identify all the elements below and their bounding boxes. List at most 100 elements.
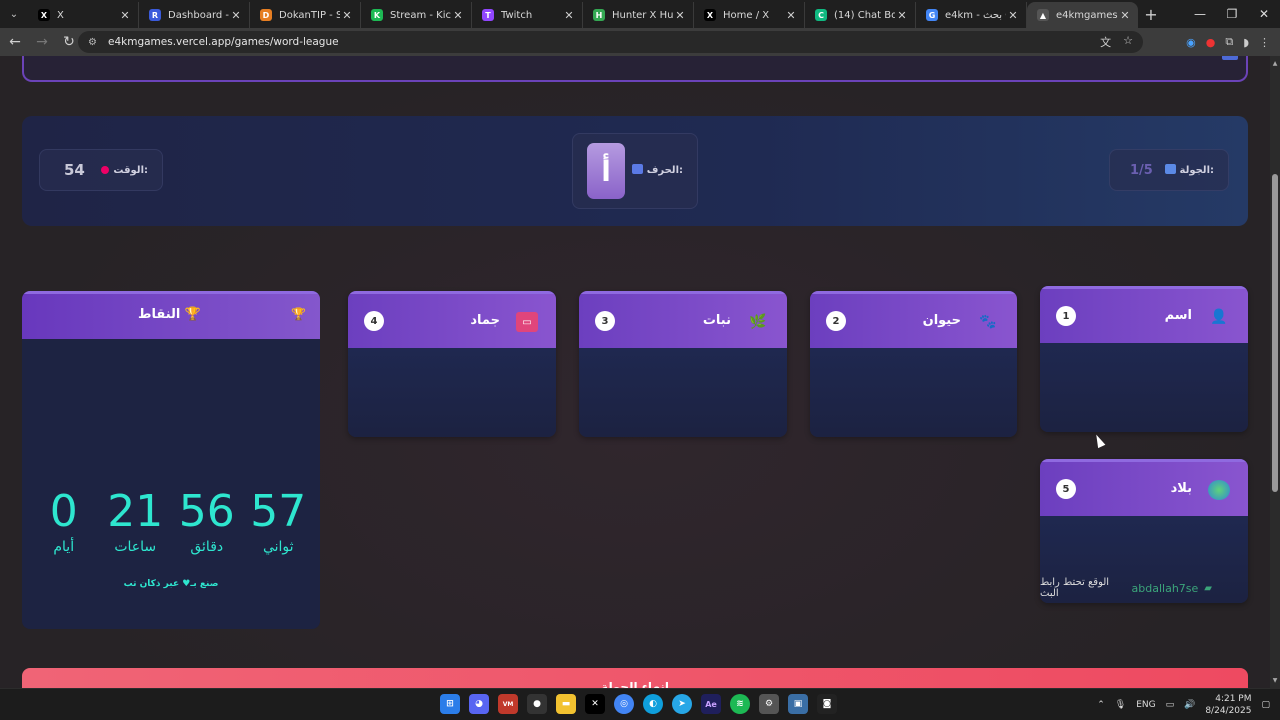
microphone-icon[interactable]: 🎙 — [1115, 700, 1126, 710]
app-icon[interactable]: ● — [527, 694, 547, 714]
browser-tab[interactable]: K Stream - Kick Dash✕ — [361, 2, 472, 28]
category-title: نبات — [702, 313, 731, 328]
timer-label-wrap: الوقت: — [97, 165, 148, 176]
display-icon[interactable]: ▭ — [1166, 700, 1175, 710]
telegram-icon[interactable]: ➤ — [672, 694, 692, 714]
tab-close-icon[interactable]: ✕ — [895, 9, 909, 22]
stream-footnote: الوقع تحتط رابط البث abdallah7se ▰ — [1040, 577, 1212, 599]
tab-title: Hunter X Hunter — [612, 9, 673, 21]
tab-favicon-icon: R — [149, 9, 161, 21]
category-answers-area[interactable]: الوقع تحتط رابط البث abdallah7se ▰ — [1040, 516, 1248, 603]
browser-tab[interactable]: C (14) Chat Box / St✕ — [805, 2, 916, 28]
minimize-icon[interactable]: — — [1184, 0, 1216, 28]
alarm-clock-icon — [101, 165, 110, 174]
start-icon[interactable]: ⊞ — [440, 694, 460, 714]
extensions-area: ◉ ● ⧉ ◗ ⋮ — [1186, 28, 1280, 56]
tab-close-icon[interactable]: ✕ — [1006, 9, 1020, 22]
category-header: 1 اسم 👤 — [1040, 286, 1248, 343]
discord-icon[interactable]: ◕ — [469, 694, 489, 714]
category-card-plant: 3 نبات 🌿 — [579, 291, 787, 437]
menu-icon[interactable]: ⋮ — [1259, 36, 1270, 49]
tray-chevron-icon[interactable]: ⌃ — [1097, 700, 1105, 710]
tab-close-icon[interactable]: ✕ — [1118, 9, 1132, 22]
tab-close-icon[interactable]: ✕ — [562, 9, 576, 22]
points-header: النقاط 🏆 🏆 — [22, 291, 320, 339]
bookmark-star-icon[interactable]: ☆ — [1123, 34, 1133, 50]
taskbar-clock[interactable]: 4:21 PM 8/24/2025 — [1205, 693, 1251, 717]
forward-icon[interactable]: → — [30, 30, 54, 54]
round-label-wrap: الجولة: — [1161, 164, 1214, 176]
scrollbar-thumb[interactable] — [1272, 174, 1278, 492]
category-answers-area[interactable] — [810, 348, 1017, 437]
tab-title: (14) Chat Box / St — [834, 9, 895, 21]
countdown-number: 0 — [49, 486, 78, 537]
file-explorer-icon[interactable]: ▬ — [556, 694, 576, 714]
category-answers-area[interactable] — [1040, 343, 1248, 432]
category-answers-area[interactable] — [579, 348, 787, 437]
new-tab-button[interactable]: + — [1138, 5, 1164, 24]
record-extension-icon[interactable]: ● — [1206, 36, 1216, 49]
leaf-icon: 🌿 — [749, 314, 767, 330]
browser-tab[interactable]: X X ✕ — [28, 2, 139, 28]
end-round-button[interactable]: إنهاء الجولة — [22, 668, 1248, 688]
tab-close-icon[interactable]: ✕ — [229, 9, 243, 22]
round-pill: 1/5 الجولة: — [1109, 149, 1229, 191]
window-controls: — ❐ ✕ — [1184, 0, 1280, 28]
current-letter: أ — [587, 143, 625, 199]
profile-icon[interactable]: ◗ — [1243, 36, 1249, 49]
countdown-hours: 21 ساعات — [100, 487, 172, 556]
url-bar[interactable]: ⚙ e4kmgames.vercel.app/games/word-league… — [78, 31, 1143, 53]
taskbar-apps: ⊞ ◕ VM ● ▬ ✕ ◎ ◐ ➤ Ae ≋ ⚙ ▣ ◙ — [440, 694, 837, 714]
translate-icon[interactable]: 文 — [1100, 34, 1111, 50]
tab-title: Dashboard - Resto — [168, 9, 229, 21]
voicemeeter-icon[interactable]: VM — [498, 694, 518, 714]
tab-close-icon[interactable]: ✕ — [451, 9, 465, 22]
page-scrollbar[interactable]: ▲ ▼ — [1270, 56, 1280, 688]
back-icon[interactable]: ← — [3, 30, 27, 54]
globe-icon — [1208, 480, 1230, 500]
language-indicator[interactable]: ENG — [1136, 700, 1155, 710]
remote-desktop-icon[interactable]: ▣ — [788, 694, 808, 714]
app-icon-2[interactable]: ◙ — [817, 694, 837, 714]
browser-tab[interactable]: H Hunter X Hunter✕ — [583, 2, 694, 28]
category-answers-area[interactable] — [348, 348, 556, 437]
browser-tab[interactable]: R Dashboard - Resto✕ — [139, 2, 250, 28]
spotify-icon[interactable]: ≋ — [730, 694, 750, 714]
category-card-animal: 2 حيوان 🐾 — [810, 291, 1017, 437]
countdown-label: دقائق — [190, 539, 224, 555]
restore-icon[interactable]: ❐ — [1216, 0, 1248, 28]
tab-search-icon[interactable]: ⌄ — [0, 0, 28, 28]
extension-icon[interactable]: ◉ — [1186, 36, 1196, 49]
browser-tab[interactable]: ▲ e4kmgames.verce✕ — [1027, 2, 1138, 28]
notifications-icon[interactable]: ▢ — [1261, 700, 1270, 710]
puzzle-icon[interactable]: ⧉ — [1225, 35, 1233, 49]
edge-icon[interactable]: ◐ — [643, 694, 663, 714]
close-window-icon[interactable]: ✕ — [1248, 0, 1280, 28]
tab-close-icon[interactable]: ✕ — [784, 9, 798, 22]
browser-tab[interactable]: T Twitch ✕ — [472, 2, 583, 28]
scroll-down-icon[interactable]: ▼ — [1270, 677, 1280, 684]
tab-title: e4km - بحث Goog — [945, 9, 1006, 21]
points-title: النقاط — [138, 307, 181, 322]
browser-tab[interactable]: Ge4km - بحث Goog✕ — [916, 2, 1027, 28]
after-effects-icon[interactable]: Ae — [701, 694, 721, 714]
volume-icon[interactable]: 🔊 — [1184, 700, 1195, 710]
browser-tab[interactable]: D DokanTIP - Subati✕ — [250, 2, 361, 28]
tab-close-icon[interactable]: ✕ — [340, 9, 354, 22]
tab-close-icon[interactable]: ✕ — [118, 9, 132, 22]
chrome-icon[interactable]: ◎ — [614, 694, 634, 714]
browser-tab[interactable]: X Home / X ✕ — [694, 2, 805, 28]
scroll-up-icon[interactable]: ▲ — [1270, 60, 1280, 67]
site-info-icon[interactable]: ⚙ — [88, 37, 102, 48]
url-text: e4kmgames.vercel.app/games/word-league — [108, 36, 339, 48]
settings-icon[interactable]: ⚙ — [759, 694, 779, 714]
made-by-text: صنع بـ — [190, 579, 219, 589]
kick-icon: ▰ — [1204, 582, 1212, 594]
category-card-object: 4 جماد ▭ — [348, 291, 556, 437]
capcut-icon[interactable]: ✕ — [585, 694, 605, 714]
tab-close-icon[interactable]: ✕ — [673, 9, 687, 22]
streamer-handle[interactable]: abdallah7se — [1132, 582, 1199, 595]
countdown-number: 57 — [250, 486, 307, 537]
tab-title: DokanTIP - Subati — [279, 9, 340, 21]
category-title: بلاد — [1170, 481, 1192, 496]
